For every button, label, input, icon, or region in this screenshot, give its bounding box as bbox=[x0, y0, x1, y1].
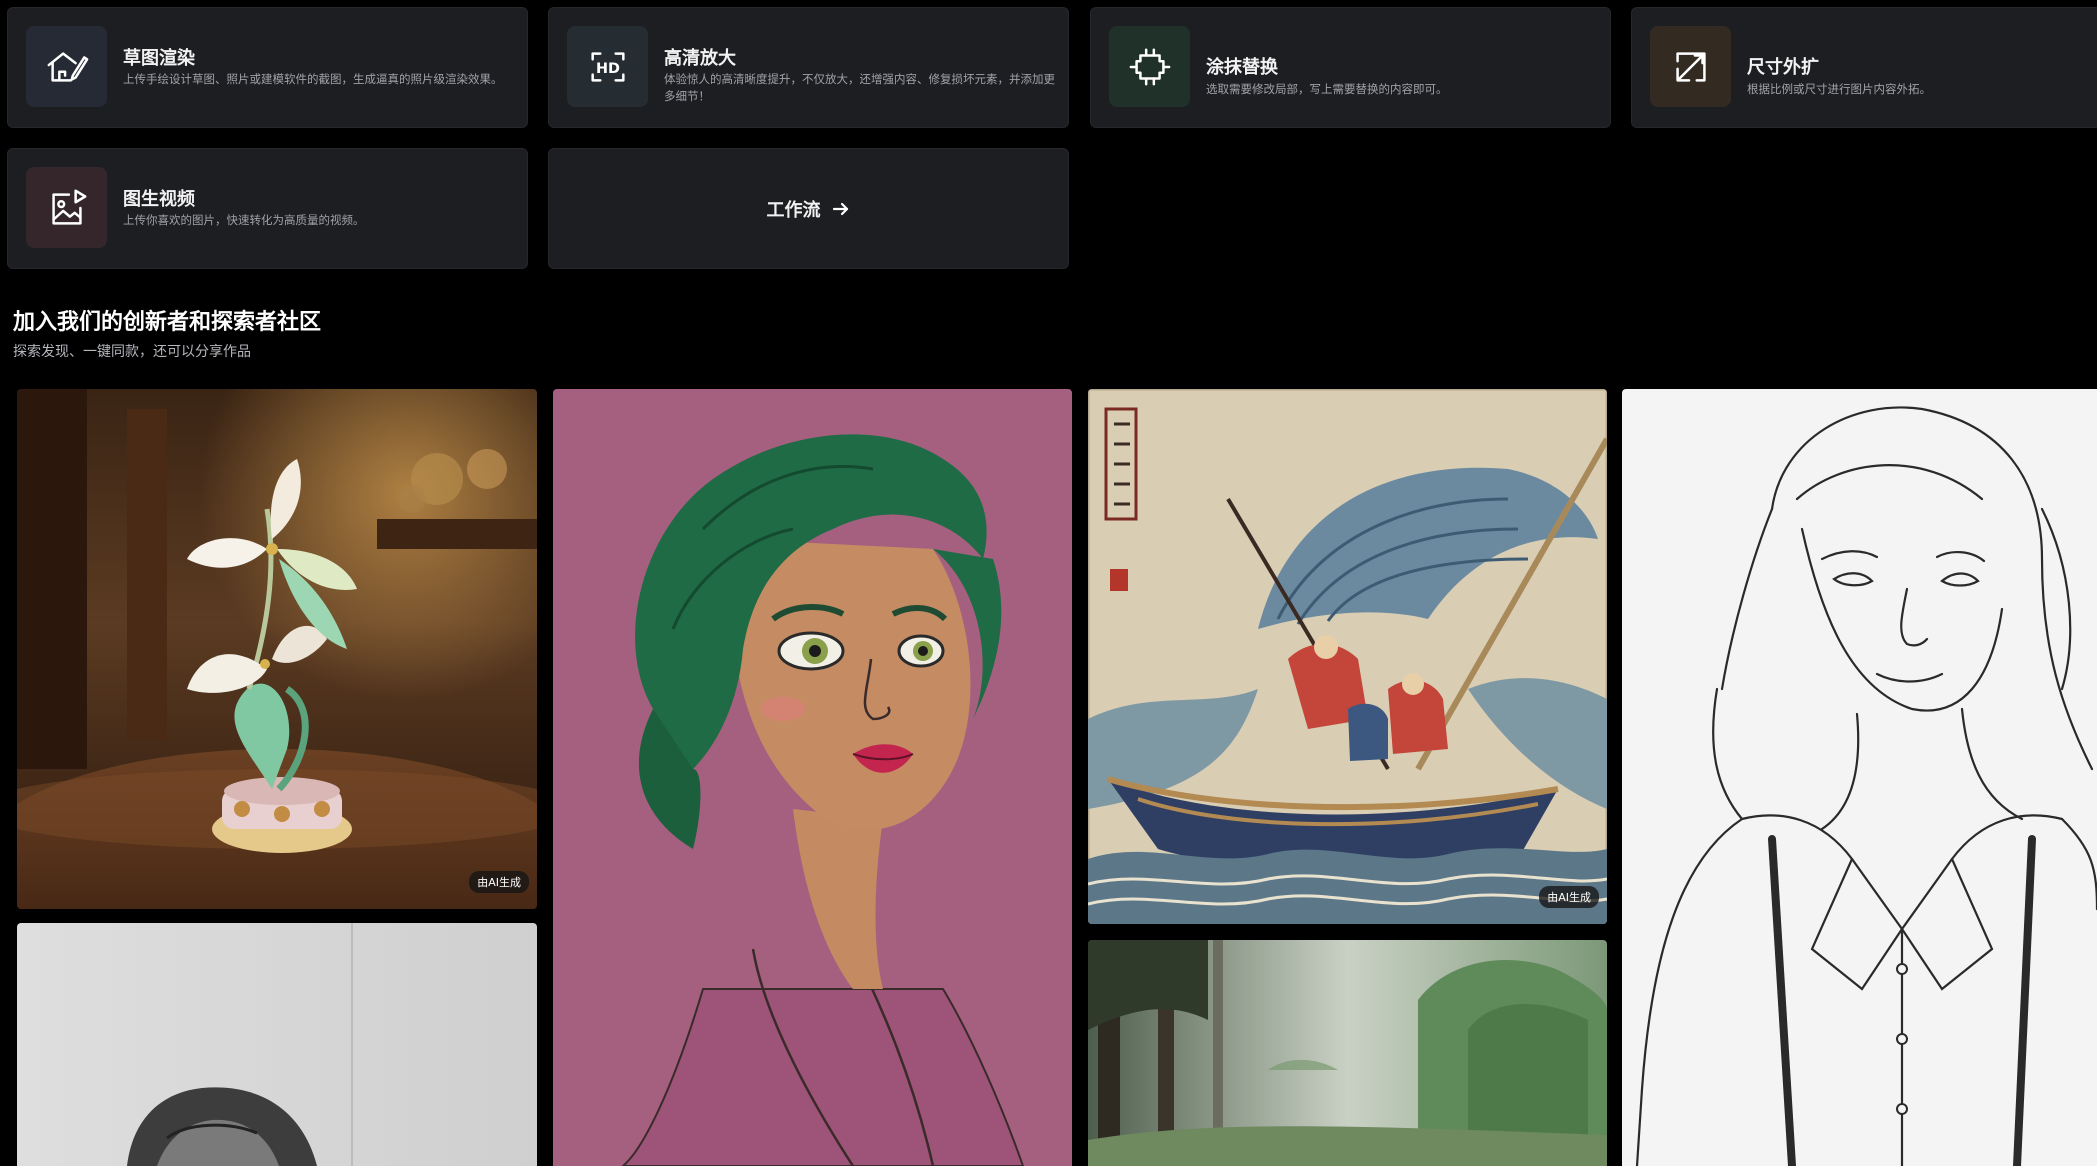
tool-description: 体验惊人的高清晰度提升，不仅放大，还增强内容、修复损坏元素，并添加更多细节！ bbox=[664, 72, 1055, 103]
woman-lineart-image bbox=[1622, 389, 2097, 1166]
tool-card-image-to-video[interactable]: 图生视频 上传你喜欢的图片，快速转化为高质量的视频。 bbox=[7, 148, 528, 269]
tool-description: 根据比例或尺寸进行图片内容外拓。 bbox=[1747, 82, 1931, 96]
tool-title: 涂抹替换 bbox=[1206, 57, 1278, 78]
gallery-item-woman-sketch[interactable] bbox=[17, 923, 537, 1166]
workflow-button[interactable]: 工作流 bbox=[548, 148, 1069, 269]
hd-icon: HD bbox=[567, 26, 648, 107]
flower-sculpture-image bbox=[17, 389, 537, 909]
tool-description: 上传手绘设计草图、照片或建模软件的截图，生成逼真的照片级渲染效果。 bbox=[123, 72, 503, 86]
gallery-item-ukiyoe-boat[interactable]: 由AI生成 bbox=[1088, 389, 1607, 924]
gallery-item-flower-sculpture[interactable]: 由AI生成 bbox=[17, 389, 537, 909]
tool-description: 上传你喜欢的图片，快速转化为高质量的视频。 bbox=[123, 213, 365, 227]
tool-card-inpaint-replace[interactable]: 涂抹替换 选取需要修改局部，写上需要替换的内容即可。 bbox=[1090, 7, 1611, 128]
community-subtitle: 探索发现、一键同款，还可以分享作品 bbox=[13, 344, 251, 360]
tool-card-sketch-render[interactable]: 草图渲染 上传手绘设计草图、照片或建模软件的截图，生成逼真的照片级渲染效果。 bbox=[7, 7, 528, 128]
gallery-item-misty-forest[interactable] bbox=[1088, 940, 1607, 1166]
woman-sketch-image bbox=[17, 923, 537, 1166]
hd-icon-text: HD bbox=[596, 60, 620, 76]
misty-forest-image bbox=[1088, 940, 1607, 1166]
tool-title: 尺寸外扩 bbox=[1747, 57, 1819, 78]
tool-title: 图生视频 bbox=[123, 189, 195, 210]
tool-title: 高清放大 bbox=[664, 48, 736, 69]
house-sketch-icon bbox=[26, 26, 107, 107]
tool-card-outpaint-expand[interactable]: 尺寸外扩 根据比例或尺寸进行图片内容外拓。 bbox=[1631, 7, 2097, 128]
green-hair-woman-image bbox=[553, 389, 1072, 1166]
app-root: 草图渲染 上传手绘设计草图、照片或建模软件的截图，生成逼真的照片级渲染效果。 H… bbox=[0, 0, 2097, 1166]
ai-generated-badge: 由AI生成 bbox=[469, 871, 529, 893]
image-video-icon bbox=[26, 167, 107, 248]
brush-select-icon bbox=[1109, 26, 1190, 107]
gallery-item-woman-lineart[interactable] bbox=[1622, 389, 2097, 1166]
workflow-label: 工作流 bbox=[766, 199, 821, 221]
tool-card-hd-upscale[interactable]: HD 高清放大 体验惊人的高清晰度提升，不仅放大，还增强内容、修复损坏元素，并添… bbox=[548, 7, 1069, 128]
gallery-item-green-hair-woman[interactable] bbox=[553, 389, 1072, 1166]
ai-generated-badge: 由AI生成 bbox=[1539, 886, 1599, 908]
expand-arrows-icon bbox=[1650, 26, 1731, 107]
community-title: 加入我们的创新者和探索者社区 bbox=[13, 310, 322, 335]
tool-title: 草图渲染 bbox=[123, 48, 195, 69]
tool-description: 选取需要修改局部，写上需要替换的内容即可。 bbox=[1206, 82, 1448, 96]
ukiyoe-boat-image bbox=[1088, 389, 1607, 924]
arrow-right-icon bbox=[832, 202, 848, 215]
